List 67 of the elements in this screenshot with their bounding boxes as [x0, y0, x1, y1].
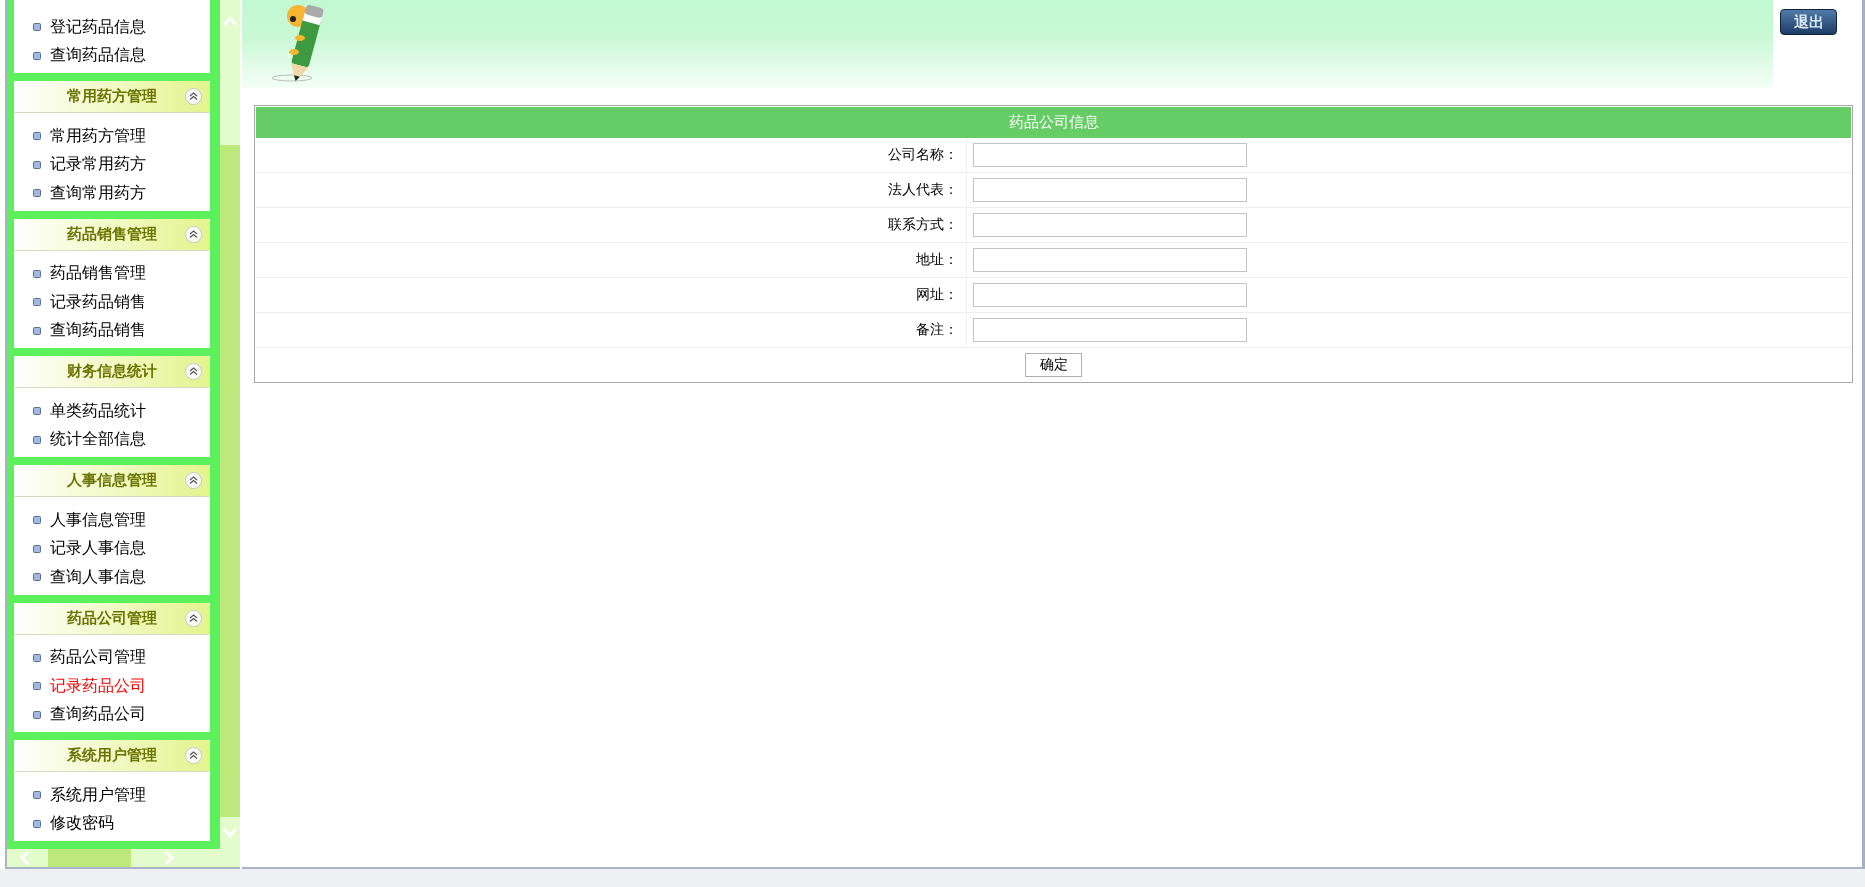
bullet-icon: [33, 791, 41, 800]
menu-group-header[interactable]: 财务信息统计: [14, 356, 210, 388]
menu-item[interactable]: 药品销售管理: [50, 263, 146, 285]
collapse-icon[interactable]: [184, 609, 202, 627]
field-label: 公司名称：: [888, 146, 959, 164]
bullet-icon: [33, 51, 41, 60]
collapse-icon[interactable]: [184, 363, 202, 380]
menu-item[interactable]: 修改密码: [50, 813, 114, 835]
menu-group-header[interactable]: 人事信息管理: [14, 465, 210, 497]
menu-item[interactable]: 常用药方管理: [50, 125, 146, 147]
input-field[interactable]: [973, 213, 1248, 237]
menu-group-header[interactable]: 药品公司管理: [14, 602, 210, 635]
collapse-icon[interactable]: [184, 88, 202, 105]
bullet-icon: [33, 23, 41, 32]
menu-item[interactable]: 查询常用药方: [50, 182, 146, 204]
menu-item[interactable]: 系统用户管理: [50, 784, 146, 806]
bullet-icon: [33, 653, 41, 662]
bullet-icon: [33, 189, 41, 198]
menu-item[interactable]: 统计全部信息: [50, 429, 146, 451]
bullet-icon: [33, 160, 41, 169]
bullet-icon: [33, 132, 41, 141]
menu-item[interactable]: 药品公司管理: [50, 647, 146, 669]
bullet-icon: [33, 407, 41, 416]
bullet-icon: [33, 819, 41, 828]
bullet-icon: [33, 298, 41, 307]
bullet-icon: [33, 516, 41, 525]
bullet-icon: [33, 435, 41, 444]
bullet-icon: [33, 710, 41, 719]
field-label: 联系方式：: [888, 216, 959, 234]
input-field[interactable]: [973, 283, 1248, 307]
menu-item[interactable]: 查询药品信息: [50, 45, 146, 67]
collapse-icon[interactable]: [184, 472, 202, 489]
field-label: 备注：: [916, 321, 959, 339]
bullet-icon: [33, 269, 41, 278]
input-field[interactable]: [973, 248, 1248, 272]
menu-item[interactable]: 记录药品公司: [50, 675, 146, 697]
form-title: 药品公司信息: [256, 107, 1851, 138]
menu-item[interactable]: 人事信息管理: [50, 509, 146, 531]
bullet-icon: [33, 326, 41, 335]
bullet-icon: [33, 682, 41, 691]
field-label: 地址：: [916, 251, 959, 269]
menu-group-header[interactable]: 常用药方管理: [14, 81, 210, 113]
menu-item[interactable]: 查询人事信息: [50, 566, 146, 588]
menu-item[interactable]: 单类药品统计: [50, 400, 146, 422]
bullet-icon: [33, 573, 41, 582]
menu-group-header[interactable]: 药品销售管理: [14, 218, 210, 251]
scroll-up-icon[interactable]: [221, 14, 238, 28]
logout-button[interactable]: 退出: [1780, 9, 1837, 35]
input-field[interactable]: [973, 143, 1248, 167]
menu-item[interactable]: 记录药品销售: [50, 291, 146, 313]
collapse-icon[interactable]: [184, 225, 202, 243]
input-field[interactable]: [973, 318, 1248, 342]
menu-item[interactable]: 查询药品公司: [50, 704, 146, 726]
vertical-scrollbar[interactable]: [219, 0, 240, 849]
menu-group-header[interactable]: 系统用户管理: [14, 740, 210, 772]
menu-item[interactable]: 登记药品信息: [50, 16, 146, 38]
bullet-icon: [33, 544, 41, 553]
menu-item[interactable]: 记录人事信息: [50, 538, 146, 560]
scroll-down-icon[interactable]: [221, 826, 238, 840]
confirm-button[interactable]: 确定: [1025, 352, 1082, 377]
collapse-icon[interactable]: [184, 747, 202, 764]
field-label: 网址：: [916, 286, 959, 304]
menu-item[interactable]: 查询药品销售: [50, 320, 146, 342]
menu-item[interactable]: 记录常用药方: [50, 154, 146, 176]
horizontal-scrollbar[interactable]: [7, 849, 240, 867]
field-label: 法人代表：: [888, 181, 959, 199]
input-field[interactable]: [973, 178, 1248, 202]
